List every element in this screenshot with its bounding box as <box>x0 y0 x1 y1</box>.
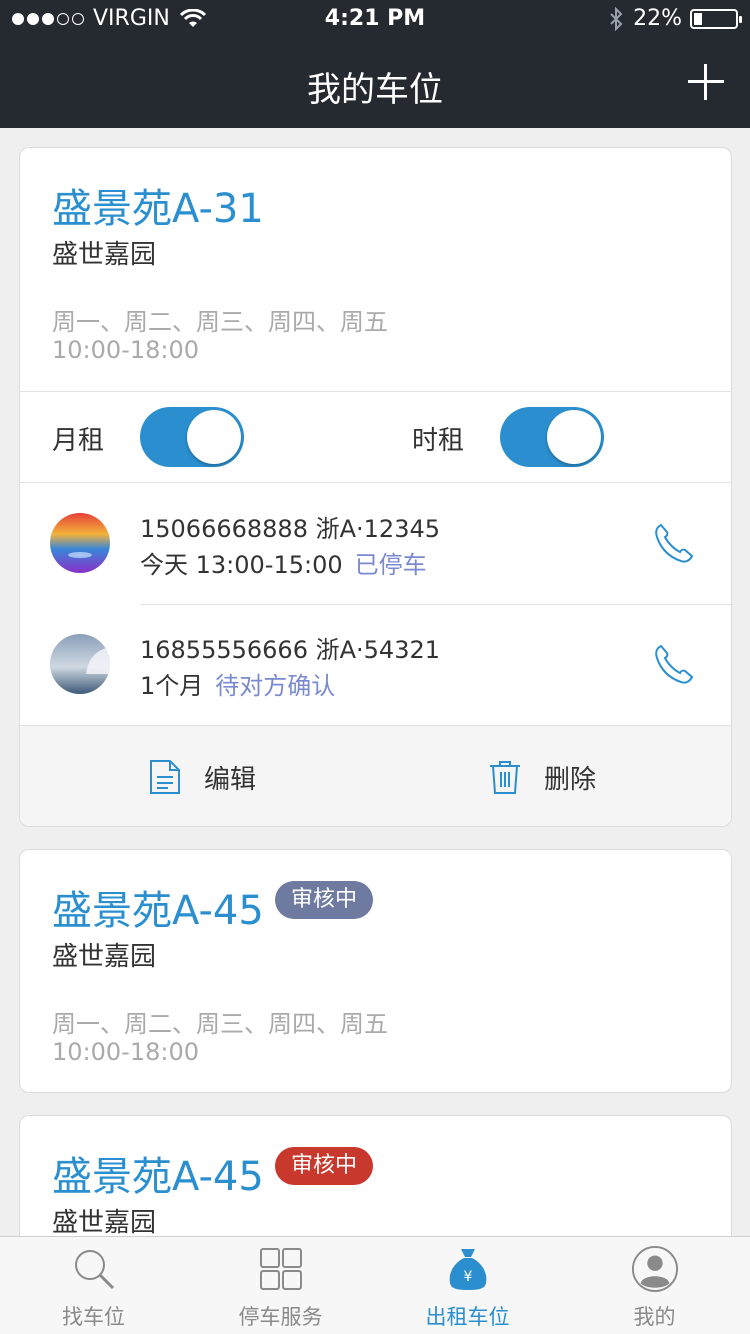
available-days: 周一、周二、周三、周四、周五 <box>52 308 388 336</box>
grid-icon <box>260 1248 302 1290</box>
tab-label: 我的 <box>633 1305 676 1329</box>
bluetooth-icon <box>610 6 623 31</box>
renter-row[interactable]: 15066668888 浙A·12345 今天 13:00-15:00 已停车 <box>20 483 731 605</box>
battery-icon <box>690 8 742 29</box>
available-days: 周一、周二、周三、周四、周五 <box>52 1010 388 1038</box>
space-name: 盛景苑A-45 <box>52 888 264 934</box>
monthly-rent-label: 月租 <box>52 426 105 456</box>
renter-plate: 浙A·12345 <box>315 515 441 543</box>
renter-contact: 16855556666 浙A·54321 <box>140 630 440 665</box>
renter-period: 今天 13:00-15:00 <box>140 551 343 579</box>
renter-phone: 16855556666 <box>140 636 308 664</box>
page-title: 我的车位 <box>307 70 443 110</box>
top-bar: VIRGIN 4:21 PM 22% 我的车位 <box>0 0 750 128</box>
tab-find-space[interactable]: 找车位 <box>0 1237 187 1334</box>
parking-space-card: 盛景苑A-31 盛世嘉园 周一、周二、周三、周四、周五 10:00-18:00 … <box>19 147 732 827</box>
available-hours: 10:00-18:00 <box>52 336 199 364</box>
community-name: 盛世嘉园 <box>52 942 157 972</box>
tab-mine[interactable]: 我的 <box>561 1237 748 1334</box>
divider <box>20 391 731 392</box>
edit-button[interactable]: 编辑 <box>148 726 257 826</box>
parking-space-card[interactable]: 盛景苑A-45 审核中 盛世嘉园 周一、周二、周三、周四、周五 10:00-18… <box>19 849 732 1093</box>
money-bag-icon: ¥ <box>449 1249 487 1290</box>
delete-button[interactable]: 删除 <box>488 726 597 826</box>
status-bar: VIRGIN 4:21 PM 22% <box>0 0 750 40</box>
available-hours: 10:00-18:00 <box>52 1038 199 1066</box>
space-name: 盛景苑A-45 <box>52 1154 264 1200</box>
renter-status: 已停车 <box>354 551 427 579</box>
user-icon <box>631 1245 679 1293</box>
community-name: 盛世嘉园 <box>52 1208 157 1238</box>
delete-label: 删除 <box>544 764 597 795</box>
status-badge: 审核中 <box>275 1147 374 1185</box>
add-button[interactable] <box>688 64 724 100</box>
battery-percent: 22% <box>633 6 682 31</box>
community-name: 盛世嘉园 <box>52 240 157 270</box>
avatar <box>50 513 110 573</box>
renter-period: 1个月 <box>140 672 204 700</box>
tab-label: 找车位 <box>62 1305 125 1329</box>
tab-label: 出租车位 <box>425 1305 510 1329</box>
edit-label: 编辑 <box>204 764 257 795</box>
tab-parking-service[interactable]: 停车服务 <box>187 1237 374 1334</box>
monthly-rent-toggle[interactable] <box>140 407 244 467</box>
space-name[interactable]: 盛景苑A-31 <box>52 176 264 234</box>
renter-row[interactable]: 16855556666 浙A·54321 1个月 待对方确认 <box>20 604 731 726</box>
battery-area: 22% <box>609 6 742 31</box>
renter-period-line: 1个月 待对方确认 <box>140 666 335 701</box>
avatar <box>50 634 110 694</box>
trash-icon <box>490 761 520 794</box>
phone-icon[interactable] <box>651 642 695 686</box>
hourly-rent-label: 时租 <box>412 426 465 456</box>
renter-phone: 15066668888 <box>140 515 308 543</box>
tab-bar: 找车位 停车服务 ¥ 出租车位 我的 <box>0 1236 750 1334</box>
renter-plate: 浙A·54321 <box>315 636 441 664</box>
svg-text:¥: ¥ <box>464 1269 473 1285</box>
phone-icon[interactable] <box>651 521 695 565</box>
search-icon <box>75 1250 115 1290</box>
tab-rent-space[interactable]: ¥ 出租车位 <box>374 1237 561 1334</box>
document-icon <box>150 760 180 794</box>
renter-status: 待对方确认 <box>215 672 336 700</box>
renter-contact: 15066668888 浙A·12345 <box>140 509 440 544</box>
renter-period-line: 今天 13:00-15:00 已停车 <box>140 545 427 580</box>
hourly-rent-toggle[interactable] <box>500 407 604 467</box>
card-actions: 编辑 删除 <box>20 726 731 826</box>
tab-label: 停车服务 <box>238 1305 323 1329</box>
status-badge: 审核中 <box>275 881 374 919</box>
